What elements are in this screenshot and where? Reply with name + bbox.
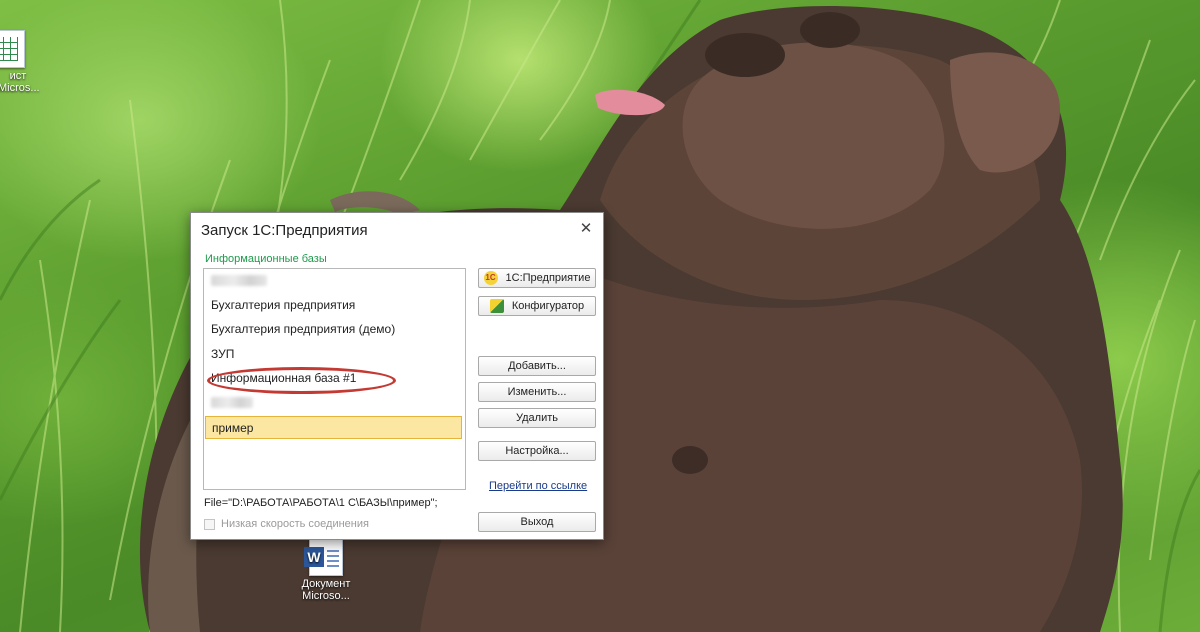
redacted-name [211, 397, 253, 409]
desktop-icon-label: Micros... [0, 82, 40, 94]
word-file-icon [304, 538, 343, 576]
launcher-dialog: Запуск 1С:Предприятия ✕ Информационные б… [190, 212, 604, 540]
infobases-group-label: Информационные базы [205, 253, 327, 265]
desktop-icon-label: ист [9, 70, 27, 82]
connection-string: File="D:\РАБОТА\РАБОТА\1 С\БАЗЫ\пример"; [204, 497, 438, 509]
edit-button[interactable]: Изменить... [478, 382, 596, 402]
add-button[interactable]: Добавить... [478, 356, 596, 376]
button-label: 1С:Предприятие [505, 272, 591, 284]
list-item-selected[interactable]: пример [205, 416, 462, 439]
configurator-icon [489, 299, 504, 313]
desktop-icon-label: Microso... [302, 590, 350, 602]
list-item[interactable] [205, 269, 462, 292]
1c-logo-icon: 1С [483, 271, 498, 285]
desktop-icon-word[interactable]: Документ Microso... [296, 538, 356, 602]
configurator-button[interactable]: Конфигуратор [478, 296, 596, 316]
close-icon[interactable]: ✕ [575, 218, 597, 240]
excel-file-icon [0, 30, 25, 68]
slow-connection-checkbox[interactable] [204, 518, 215, 530]
slow-connection-option[interactable]: Низкая скорость соединения [204, 518, 369, 530]
delete-button[interactable]: Удалить [478, 408, 596, 428]
open-link[interactable]: Перейти по ссылке [489, 480, 587, 492]
infobase-list[interactable]: Бухгалтерия предприятия Бухгалтерия пред… [203, 268, 466, 490]
slow-connection-label: Низкая скорость соединения [221, 518, 369, 530]
dialog-title: Запуск 1С:Предприятия [201, 222, 368, 239]
enterprise-button[interactable]: 1С 1С:Предприятие [478, 268, 596, 288]
list-item[interactable]: Бухгалтерия предприятия [205, 294, 462, 317]
exit-button[interactable]: Выход [478, 512, 596, 532]
desktop-icon-label: Документ [301, 578, 351, 590]
desktop-icon-excel[interactable]: ист Micros... [0, 30, 40, 94]
list-item[interactable]: ЗУП [205, 343, 462, 366]
settings-button[interactable]: Настройка... [478, 441, 596, 461]
list-item[interactable]: Бухгалтерия предприятия (демо) [205, 318, 462, 341]
list-item[interactable] [205, 391, 462, 414]
redacted-name [211, 275, 267, 287]
list-item[interactable]: Информационная база #1 [205, 367, 462, 390]
button-label: Конфигуратор [511, 300, 585, 312]
